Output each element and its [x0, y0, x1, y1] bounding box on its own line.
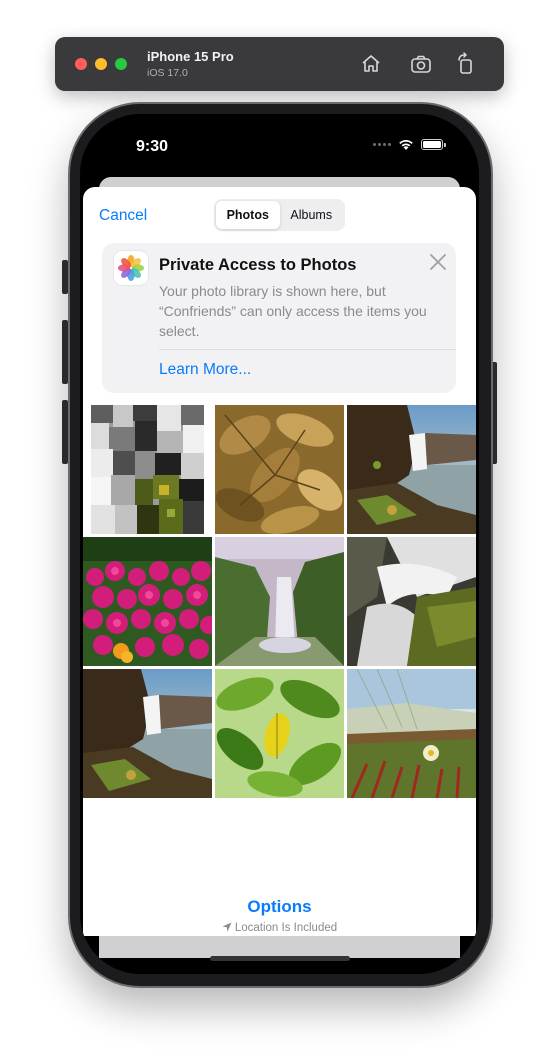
photo-thumbnail-ice-plant-dunes[interactable] — [347, 669, 476, 798]
close-window-button[interactable] — [75, 58, 87, 70]
location-arrow-icon — [222, 922, 232, 932]
divider — [159, 349, 456, 350]
notice-title: Private Access to Photos — [159, 256, 357, 274]
photo-thumbnail-waterfall-valley[interactable] — [215, 537, 344, 666]
device-name: iPhone 15 Pro — [147, 49, 234, 64]
home-button[interactable] — [358, 51, 384, 77]
tab-photos[interactable]: Photos — [216, 201, 280, 229]
location-text: Location Is Included — [234, 922, 338, 934]
close-notice-button[interactable] — [428, 252, 448, 272]
tab-albums[interactable]: Albums — [280, 201, 344, 229]
screenshot-button[interactable] — [408, 51, 434, 77]
home-indicator[interactable] — [210, 956, 350, 961]
photo-thumbnail-waterfall-cliff-coast[interactable] — [347, 405, 476, 534]
learn-more-link[interactable]: Learn More... — [159, 361, 251, 379]
location-status: Location Is Included — [83, 922, 476, 934]
minimize-window-button[interactable] — [95, 58, 107, 70]
background-sheet-bottom — [99, 936, 460, 958]
wifi-icon — [399, 140, 413, 150]
os-version: iOS 17.0 — [147, 67, 188, 79]
screenshot-icon — [411, 55, 431, 73]
source-segmented-control: Photos Albums — [214, 199, 345, 231]
status-icons — [373, 138, 446, 151]
photo-thumbnail-waterfall-long-exposure[interactable] — [347, 537, 476, 666]
rotate-icon — [458, 52, 472, 74]
photo-thumbnail-sepia-leaves[interactable] — [215, 405, 344, 534]
status-time: 9:30 — [136, 138, 169, 155]
cancel-button[interactable]: Cancel — [99, 207, 147, 225]
cellular-icon — [373, 143, 391, 146]
simulator-title-bar: iPhone 15 Pro iOS 17.0 — [55, 37, 504, 91]
photo-thumbnail-magenta-flowers[interactable] — [83, 537, 212, 666]
battery-icon — [421, 139, 446, 150]
photos-app-icon — [114, 251, 148, 285]
photo-grid — [83, 405, 476, 798]
photo-thumbnail-green-leaves-sunlit[interactable] — [215, 669, 344, 798]
private-access-notice: Private Access to Photos Your photo libr… — [102, 243, 456, 393]
photo-thumbnail-pixelated-abstract[interactable] — [83, 405, 212, 534]
notice-body: Your photo library is shown here, but “C… — [159, 283, 427, 339]
rotate-button[interactable] — [453, 51, 479, 77]
home-icon — [362, 55, 380, 72]
phone-screen: 9:30 Cancel Photos Albums Private Access… — [80, 114, 479, 974]
close-icon — [430, 254, 446, 270]
options-button[interactable]: Options — [83, 897, 476, 917]
photo-thumbnail-waterfall-cliff-coast-2[interactable] — [83, 669, 212, 798]
photo-picker-sheet: Cancel Photos Albums Private Access to P… — [83, 187, 476, 936]
zoom-window-button[interactable] — [115, 58, 127, 70]
